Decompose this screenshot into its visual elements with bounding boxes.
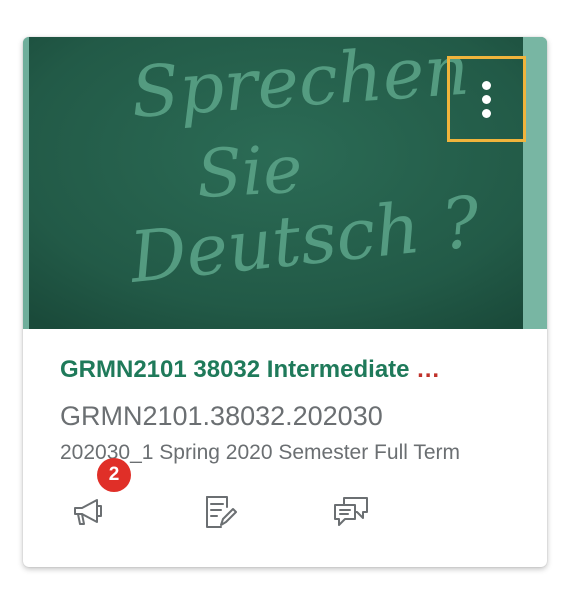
announcements-badge: 2 (97, 458, 131, 492)
course-title-link[interactable]: GRMN2101 38032 Intermediate … (60, 356, 500, 384)
course-image[interactable]: Sprechen Sie Deutsch ? (23, 37, 547, 329)
card-action-bar (23, 487, 547, 537)
assignments-button[interactable] (199, 492, 239, 532)
title-ellipsis: … (416, 356, 441, 383)
options-dot (482, 108, 491, 118)
course-title: GRMN2101 38032 Intermediate (60, 356, 410, 383)
assignment-icon (206, 496, 237, 528)
course-code: GRMN2101.38032.202030 (60, 401, 383, 431)
course-options-button[interactable] (467, 69, 507, 129)
course-card: Sprechen Sie Deutsch ? GRMN2101 38032 In… (23, 37, 547, 567)
discussions-button[interactable] (331, 492, 371, 532)
options-dot (482, 80, 491, 90)
announcements-button[interactable] (67, 492, 107, 532)
options-highlight (447, 56, 526, 142)
discussion-icon (334, 497, 368, 526)
options-dot (482, 94, 491, 104)
megaphone-icon (74, 499, 102, 525)
